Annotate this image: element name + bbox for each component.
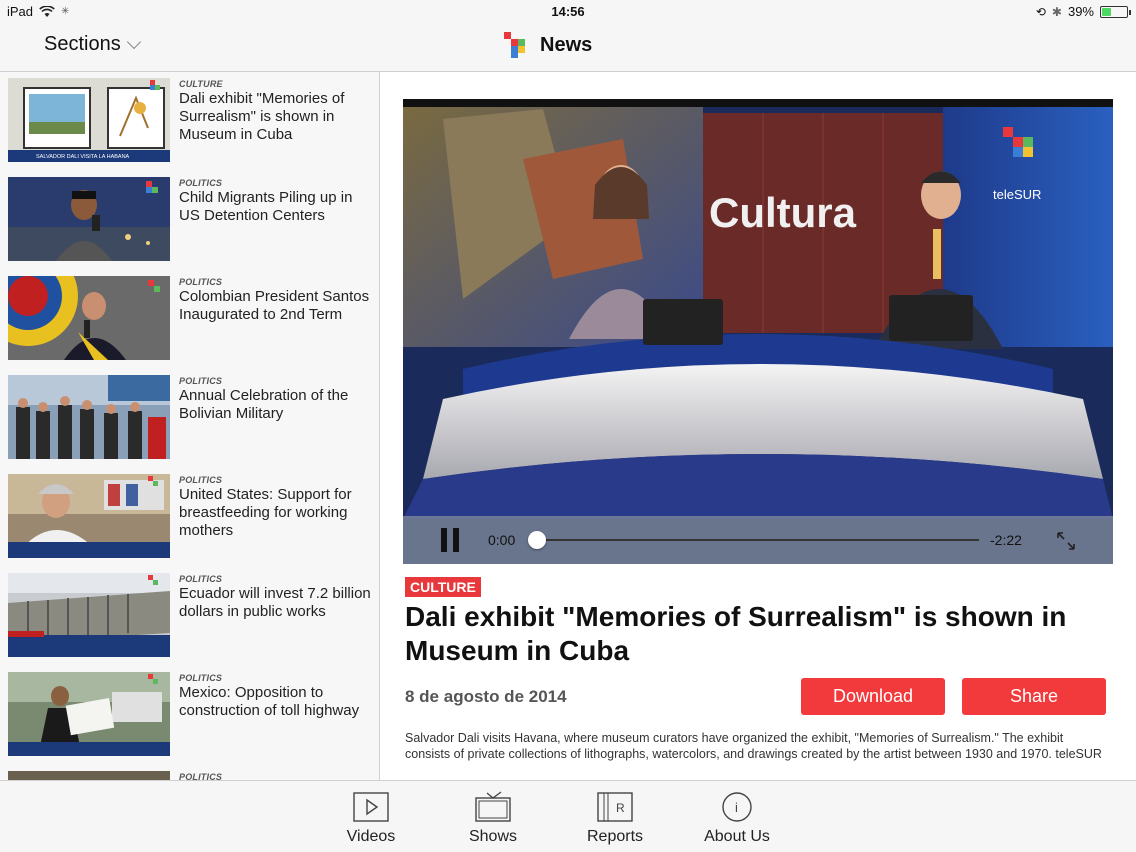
thumbnail: [8, 375, 170, 459]
app-title: News: [504, 32, 592, 58]
video-controls: 0:00 -2:22: [403, 516, 1113, 564]
current-time: 0:00: [488, 532, 516, 548]
tab-videos[interactable]: Videos: [326, 791, 416, 846]
thumbnail: [8, 474, 170, 558]
info-icon: i: [722, 792, 752, 822]
video-player[interactable]: teleSUR Cultura 0:00 -2:22: [403, 99, 1113, 564]
sections-button[interactable]: Sections: [44, 33, 141, 56]
list-item[interactable]: SALVADOR DALI VISITA LA HABANA CULTURE D…: [0, 72, 379, 171]
pause-button[interactable]: [441, 528, 461, 552]
category-label: CULTURE: [179, 79, 223, 89]
item-title: Annual Celebration of the Bolivian Milit…: [179, 387, 349, 422]
item-title: Child Migrants Piling up in US Detention…: [179, 189, 353, 224]
category-label: POLITICS: [179, 574, 223, 584]
category-badge: CULTURE: [405, 577, 481, 597]
chevron-down-icon: [126, 34, 141, 49]
tab-reports[interactable]: R Reports: [570, 791, 660, 846]
telesur-logo-icon: [504, 32, 530, 58]
item-title: United States: Support for breastfeeding…: [179, 486, 352, 539]
tab-bar: Videos Shows R Reports i About Us: [0, 780, 1136, 852]
category-label: POLITICS: [179, 178, 223, 188]
item-title: Ecuador will invest 7.2 billion dollars …: [179, 585, 371, 620]
tab-label: Shows: [468, 828, 518, 845]
battery-level: [1102, 7, 1111, 16]
sections-label: Sections: [44, 33, 121, 55]
thumbnail: SALVADOR DALI VISITA LA HABANA: [8, 78, 170, 162]
bluetooth-icon: ✱: [1051, 4, 1062, 19]
thumbnail-caption: SALVADOR DALI VISITA LA HABANA: [36, 154, 130, 160]
scrubber-track[interactable]: [537, 539, 979, 541]
tab-label: About Us: [704, 828, 770, 845]
news-list[interactable]: SALVADOR DALI VISITA LA HABANA CULTURE D…: [0, 72, 380, 780]
item-title: Mexico: Opposition to construction of to…: [179, 684, 360, 719]
thumbnail: [8, 771, 170, 780]
list-item[interactable]: POLITICS United States: Support for brea…: [0, 468, 379, 567]
item-title: Dali exhibit "Memories of Surrealism" is…: [179, 90, 345, 143]
tv-icon: [475, 791, 511, 822]
nav-title-text: News: [540, 33, 593, 56]
list-item[interactable]: POLITICS Ecuador will invest 7.2 billion…: [0, 567, 379, 666]
list-item[interactable]: POLITICS Annual Celebration of the Boliv…: [0, 369, 379, 468]
category-label: POLITICS: [179, 772, 223, 780]
article-detail: teleSUR Cultura 0:00 -2:22 CULTURE Dali …: [381, 72, 1136, 780]
set-title-text: Cultura: [709, 189, 857, 236]
thumbnail: [8, 573, 170, 657]
scrubber-handle[interactable]: [528, 531, 546, 549]
list-item[interactable]: POLITICS Colombian President Santos Inau…: [0, 270, 379, 369]
channel-logo-text: teleSUR: [993, 187, 1041, 202]
item-title: Colombian President Santos Inaugurated t…: [179, 288, 370, 323]
download-button[interactable]: Download: [801, 678, 945, 715]
svg-text:i: i: [735, 800, 738, 815]
article-headline: Dali exhibit "Memories of Surrealism" is…: [405, 601, 1067, 666]
thumbnail: [8, 177, 170, 261]
tab-label: Videos: [346, 828, 396, 845]
video-frame: teleSUR Cultura: [403, 99, 1113, 564]
category-label: POLITICS: [179, 475, 223, 485]
play-icon: [353, 792, 389, 822]
reports-icon: R: [597, 792, 633, 822]
tab-label: Reports: [586, 828, 644, 845]
category-label: POLITICS: [179, 673, 223, 683]
tab-shows[interactable]: Shows: [448, 791, 538, 846]
thumbnail: [8, 276, 170, 360]
list-item[interactable]: POLITICS Mexico: Opposition to construct…: [0, 666, 379, 765]
battery-percent: 39%: [1067, 4, 1094, 19]
status-bar: iPad ✳ 14:56 ⟲ ✱ 39%: [0, 0, 1136, 24]
remaining-time: -2:22: [990, 532, 1022, 548]
orientation-lock-icon: ⟲: [1035, 4, 1046, 19]
list-item[interactable]: POLITICS Child Migrants Piling up in US …: [0, 171, 379, 270]
share-button[interactable]: Share: [962, 678, 1106, 715]
tab-about-us[interactable]: i About Us: [692, 791, 782, 846]
thumbnail: [8, 672, 170, 756]
list-item[interactable]: POLITICS: [0, 765, 379, 780]
category-label: POLITICS: [179, 277, 223, 287]
fullscreen-icon[interactable]: [1055, 530, 1077, 552]
category-label: POLITICS: [179, 376, 223, 386]
article-description: Salvador Dali visits Havana, where museu…: [405, 731, 1102, 761]
nav-bar: Sections News: [0, 24, 1136, 72]
status-time: 14:56: [551, 4, 585, 19]
battery-icon: [1100, 5, 1131, 18]
article-date: 8 de agosto de 2014: [405, 687, 567, 706]
svg-text:R: R: [616, 801, 625, 815]
